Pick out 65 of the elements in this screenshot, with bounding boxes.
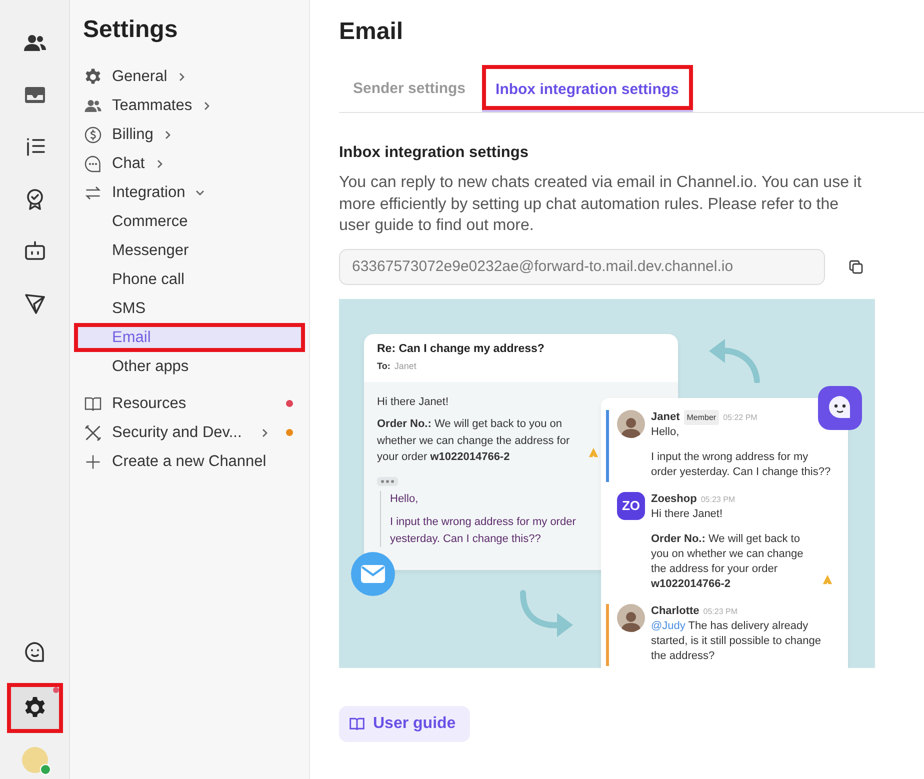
message-time: 05:22 PM xyxy=(723,412,758,424)
chat-face-icon xyxy=(22,640,46,664)
chevron-icon xyxy=(154,158,165,168)
quoted-text: Hello, xyxy=(390,492,420,506)
author-name: Zoeshop xyxy=(651,492,697,506)
coin-icon xyxy=(84,126,102,144)
quoted-text: I input the wrong address for my order yesterday. Can I change this?? xyxy=(390,515,577,546)
email-text: Order No.: We will get back to you on whether we can change the address for your order w1022014766-2 xyxy=(377,417,571,465)
page-title: Email xyxy=(339,18,404,46)
nav-item[interactable]: Chat xyxy=(74,149,305,178)
chat-bubble-icon xyxy=(84,154,102,172)
nav-item[interactable]: Security and Dev... xyxy=(74,418,305,447)
nav-item[interactable]: Other apps xyxy=(74,352,305,381)
nav-item[interactable]: Integration xyxy=(74,178,305,207)
swap-arrows-icon xyxy=(84,184,102,202)
nav-item[interactable]: Billing xyxy=(74,120,305,149)
message-text: I input the wrong address for my order yesterday. Can I change this?? xyxy=(651,450,831,478)
gear-icon xyxy=(84,68,102,86)
nav-item[interactable]: Resources xyxy=(74,389,305,418)
book-icon xyxy=(349,716,365,732)
author-name: Charlotte xyxy=(651,604,700,618)
chevron-icon xyxy=(260,428,270,438)
nav-item[interactable]: Commerce xyxy=(74,207,305,236)
section-title: Inbox integration settings xyxy=(339,144,530,162)
member-badge: Member xyxy=(684,410,720,424)
message-time: 05:23 PM xyxy=(703,606,738,618)
nav-item[interactable]: Create a new Channel xyxy=(74,447,305,476)
settings-title: Settings xyxy=(83,16,179,44)
nav-item[interactable]: General xyxy=(74,62,305,91)
rail-button[interactable] xyxy=(6,683,62,733)
message-text: Hello, xyxy=(651,426,680,438)
address-field[interactable]: 63367573072e9e0232ae@forward-to.mail.dev.channel.io xyxy=(339,248,825,284)
send-icon xyxy=(22,291,46,315)
nav-item[interactable]: Messenger xyxy=(74,236,305,265)
chat-bot-icon xyxy=(818,386,862,430)
message-text: Order No.: We will get back to you on whether we can change the address for your order w1022014766-2 xyxy=(651,532,804,592)
curved-arrow-icon xyxy=(519,588,575,636)
description-text: You can reply to new chats created via email in Channel.io. You can use it more efficiently by setting up chat automation rules. Please refer to the user guide to find out more. xyxy=(339,173,862,236)
settings-icon xyxy=(22,696,46,720)
email-text: Hi there Janet! xyxy=(377,394,450,410)
robot-icon xyxy=(22,239,46,263)
author-name: Janet xyxy=(651,410,680,424)
recipient-label: To: xyxy=(377,360,390,370)
chevron-icon xyxy=(195,188,206,198)
nav-item[interactable]: SMS xyxy=(74,294,305,323)
ellipsis-icon xyxy=(377,476,398,486)
email-subject: Re: Can I change my address? xyxy=(377,342,546,354)
brand-avatar: ZO xyxy=(617,492,645,520)
message-text: @Judy The has delivery already started, is it still possible to change the address? xyxy=(651,620,821,662)
user-avatar xyxy=(617,604,645,632)
copy-icon[interactable] xyxy=(849,260,863,274)
book-icon xyxy=(84,394,102,412)
nav-item[interactable]: Email xyxy=(74,323,305,352)
message-time: 05:23 PM xyxy=(700,494,736,506)
user-avatar[interactable] xyxy=(22,747,48,773)
user-avatar xyxy=(617,410,645,438)
tab[interactable]: Inbox integration settings xyxy=(482,65,693,112)
recipient-name: Janet xyxy=(394,360,416,370)
message-text: Hi there Janet! xyxy=(651,508,723,520)
curved-arrow-icon xyxy=(707,336,763,382)
user-guide-button[interactable]: User guide xyxy=(339,706,470,742)
plus-icon xyxy=(84,452,102,470)
nav-item[interactable]: Teammates xyxy=(74,91,305,120)
nav-item[interactable]: Phone call xyxy=(74,265,305,294)
tools-icon xyxy=(84,424,102,442)
